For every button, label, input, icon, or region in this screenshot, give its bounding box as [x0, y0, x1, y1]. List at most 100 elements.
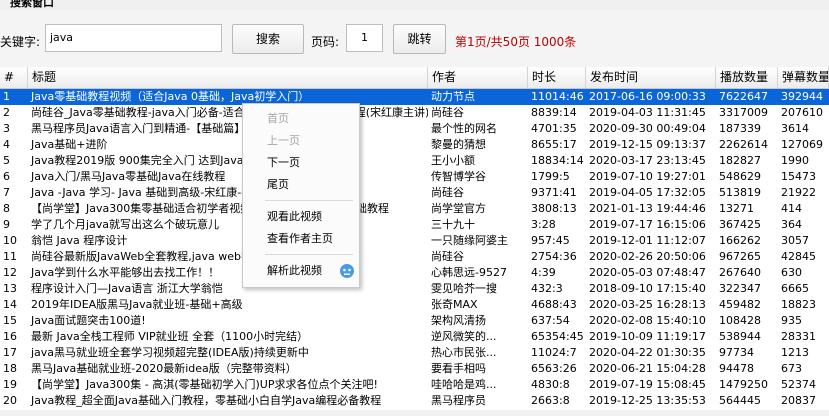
cell-publish-time: 2021-01-13 19:44:46	[589, 202, 706, 215]
cell-author: 热心市民张...	[431, 346, 497, 359]
header-index[interactable]: #	[0, 67, 28, 88]
cell-title: Java面试题突击100道!	[31, 314, 146, 327]
cell-danmaku-count: 52374	[781, 378, 816, 391]
cell-publish-time: 2019-12-15 09:13:37	[589, 138, 706, 151]
table-row[interactable]: 9 学了几个月java就写出这么个破玩意儿 三十九十 3:28 2019-07-17 1…	[0, 217, 829, 233]
menu-item-watch-video[interactable]: 观看此视频	[243, 207, 359, 227]
cell-index: 2	[3, 106, 10, 119]
table-row[interactable]: 2 尚硅谷_Java零基础教程-java入门必备-适合初学者的全套完整版教程(宋红…	[0, 105, 829, 121]
table-row[interactable]: 19 【尚学堂】Java300集 - 高淇(零基础初学入门)UP求求各位点个关注吧…	[0, 377, 829, 393]
cell-play-count: 97734	[719, 346, 754, 359]
cell-publish-time: 2020-03-25 16:28:13	[589, 298, 706, 311]
cell-author: 雯见哈芥一搜	[431, 282, 497, 295]
table-row[interactable]: 13 程序设计入门—Java语言 浙江大学翁恺 雯见哈芥一搜 432:3 2018-09…	[0, 281, 829, 297]
cell-author: 心韩思远-9527	[431, 266, 507, 279]
cell-publish-time: 2019-07-10 19:27:01	[589, 170, 706, 183]
cell-author: 尚硅谷	[431, 106, 464, 119]
cell-play-count: 187339	[719, 122, 761, 135]
page-input[interactable]: 1	[346, 24, 383, 52]
cell-danmaku-count: 630	[781, 266, 802, 279]
cell-play-count: 367425	[719, 218, 761, 231]
cell-author: 要看手相吗	[431, 362, 486, 375]
cell-play-count: 459482	[719, 298, 761, 311]
cell-duration: 8839:14	[531, 106, 577, 119]
cell-duration: 11014:46	[531, 90, 584, 103]
menu-separator	[265, 200, 353, 201]
table-row[interactable]: 14 2019年IDEA版黑马Java就业班-基础+高级 张奇MAX 4688:43 2…	[0, 297, 829, 313]
cell-duration: 65354:45	[531, 330, 584, 343]
page-label: 页码:	[311, 35, 340, 49]
cell-title: 【尚学堂】Java300集零基础适合初学者视频教程_Java300集零基础教程	[31, 202, 389, 215]
cell-author: 尚学堂官方	[431, 202, 486, 215]
search-button[interactable]: 搜索	[232, 24, 304, 54]
jump-button[interactable]: 跳转	[393, 24, 446, 54]
cell-play-count: 2262614	[719, 138, 768, 151]
cell-index: 4	[3, 138, 10, 151]
table-row[interactable]: 10 翁恺 Java 程序设计 一只随缘阿婆主 957:45 2019-12-01 11…	[0, 233, 829, 249]
cell-title: Java入门/黑马Java零基础Java在线教程	[31, 170, 226, 183]
cell-danmaku-count: 935	[781, 314, 802, 327]
table-row[interactable]: 17 java黑马就业班全套学习视频超完整(IDEA版)持续更新中 热心市民张...…	[0, 345, 829, 361]
menu-item-next-page[interactable]: 下一页	[243, 153, 359, 173]
cell-title: 【尚学堂】Java300集 - 高淇(零基础初学入门)UP求求各位点个关注吧!	[31, 378, 378, 391]
table-row[interactable]: 4 Java基础+进阶 黎曼的猜想 8655:17 2019-12-15 09:13:3…	[0, 137, 829, 153]
cell-title: Java零基础教程视频（适合Java 0基础，Java初学入门）	[31, 90, 310, 103]
cell-publish-time: 2017-06-16 09:00:33	[589, 90, 706, 103]
cell-play-count: 7622647	[719, 90, 768, 103]
menu-item-author-page[interactable]: 查看作者主页	[243, 229, 359, 249]
table-row[interactable]: 3 黑马程序员Java语言入门到精通-【基础篇】零基础入门(IDEA版) 最个性的网…	[0, 121, 829, 137]
cell-duration: 3:28	[531, 218, 556, 231]
table-row[interactable]: 1 Java零基础教程视频（适合Java 0基础，Java初学入门） 动力节点 110…	[0, 89, 829, 105]
table-row[interactable]: 15 Java面试题突击100道! 架构风清扬 637:54 2020-02-08 15…	[0, 313, 829, 329]
header-author[interactable]: 作者	[428, 67, 528, 88]
cell-author: 张奇MAX	[431, 298, 478, 311]
cell-danmaku-count: 3057	[781, 234, 809, 247]
cell-duration: 957:45	[531, 234, 570, 247]
table-row[interactable]: 18 黑马Java基础就业班-2020最新idea版（完整带资料） 要看手相吗 656…	[0, 361, 829, 377]
cell-duration: 4688:43	[531, 298, 577, 311]
header-duration[interactable]: 时长	[528, 67, 586, 88]
table-row[interactable]: 5 Java教程2019版 900集完全入门 达到Java工程师 王小小额 18834…	[0, 153, 829, 169]
table-row[interactable]: 20 Java教程_超全面Java基础入门教程，零基础小白自学Java编程必备教程…	[0, 393, 829, 409]
cell-index: 3	[3, 122, 10, 135]
cell-publish-time: 2020-02-26 20:50:06	[589, 250, 706, 263]
cell-author: 三十九十	[431, 218, 475, 231]
cell-author: 黎曼的猜想	[431, 138, 486, 151]
menu-item-last-page[interactable]: 尾页	[243, 175, 359, 195]
cell-danmaku-count: 364	[781, 218, 802, 231]
cell-play-count: 166262	[719, 234, 761, 247]
cell-duration: 8655:17	[531, 138, 577, 151]
cell-play-count: 548629	[719, 170, 761, 183]
cell-danmaku-count: 3614	[781, 122, 809, 135]
cell-danmaku-count: 414	[781, 202, 802, 215]
table-row[interactable]: 12 Java学到什么水平能够出去找工作！！ 心韩思远-9527 4:39 2020-0…	[0, 265, 829, 281]
cell-danmaku-count: 127069	[781, 138, 823, 151]
table-row[interactable]: 6 Java入门/黑马Java零基础Java在线教程 传智博学谷 1799:5 2019…	[0, 169, 829, 185]
cell-author: 尚硅谷	[431, 250, 464, 263]
table-row[interactable]: 8 【尚学堂】Java300集零基础适合初学者视频教程_Java300集零基础教程…	[0, 201, 829, 217]
table-row[interactable]: 7 Java -Java 学习- Java 基础到高级-宋红康-零基础自学Java…	[0, 185, 829, 201]
keyword-input[interactable]: java	[45, 24, 222, 52]
table-row[interactable]: 16 最新 Java全栈工程师 VIP就业班 全套（1100小时完结） 逆风微笑的.…	[0, 329, 829, 345]
cell-publish-time: 2019-07-19 15:08:45	[589, 378, 706, 391]
cell-duration: 4830:8	[531, 378, 570, 391]
header-title[interactable]: 标题	[28, 67, 428, 88]
cell-index: 14	[3, 298, 17, 311]
header-danmaku-count[interactable]: 弹幕数量	[778, 67, 829, 88]
menu-item-first-page[interactable]: 首页	[243, 109, 359, 129]
cell-publish-time: 2018-09-10 17:15:40	[589, 282, 706, 295]
menu-item-prev-page[interactable]: 上一页	[243, 131, 359, 151]
header-play-count[interactable]: 播放数量	[716, 67, 778, 88]
table-row[interactable]: 11 尚硅谷最新版JavaWeb全套教程,java web零基础入门完整版 尚硅谷 2…	[0, 249, 829, 265]
cell-danmaku-count: 20837	[781, 394, 816, 407]
cell-index: 12	[3, 266, 17, 279]
cell-duration: 11024:7	[531, 346, 577, 359]
cell-publish-time: 2019-07-17 16:15:06	[589, 218, 706, 231]
cell-index: 7	[3, 186, 10, 199]
cell-publish-time: 2020-02-08 15:40:10	[589, 314, 706, 327]
cell-play-count: 108428	[719, 314, 761, 327]
cell-index: 5	[3, 154, 10, 167]
cell-title: 黑马Java基础就业班-2020最新idea版（完整带资料）	[31, 362, 297, 375]
cell-duration: 4701:35	[531, 122, 577, 135]
header-publish-time[interactable]: 发布时间	[586, 67, 716, 88]
